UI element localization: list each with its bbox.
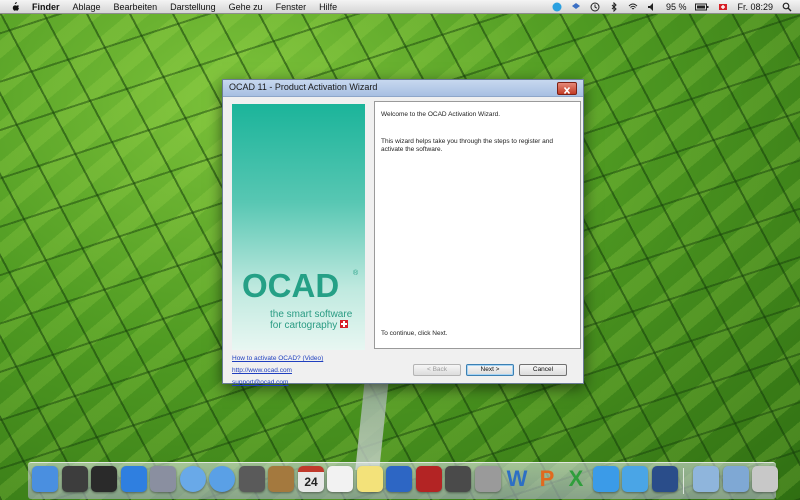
window-title: OCAD 11 - Product Activation Wizard <box>229 82 378 92</box>
twitter-icon[interactable] <box>622 466 648 492</box>
website-link[interactable]: http://www.ocad.com <box>232 367 292 374</box>
window-titlebar[interactable]: OCAD 11 - Product Activation Wizard <box>223 80 583 97</box>
iphoto-icon[interactable] <box>445 466 471 492</box>
menu-bearbeiten[interactable]: Bearbeiten <box>114 2 158 12</box>
ocad-logo-panel: OCAD ® the smart software for cartograph… <box>232 104 365 350</box>
how-to-activate-link[interactable]: How to activate OCAD? (Video) <box>232 355 323 362</box>
description-text: This wizard helps take you through the s… <box>381 138 553 153</box>
app-store-icon[interactable] <box>121 466 147 492</box>
continue-text: To continue, click Next. <box>381 330 448 337</box>
wizard-content-panel: Welcome to the OCAD Activation Wizard. T… <box>374 101 581 349</box>
battery-percentage[interactable]: 95 % <box>666 2 687 12</box>
dropbox-status-icon[interactable] <box>571 2 581 12</box>
volume-status-icon[interactable] <box>647 2 657 12</box>
mission-control-icon[interactable] <box>91 466 117 492</box>
menu-ablage[interactable]: Ablage <box>73 2 101 12</box>
powerpoint-icon[interactable]: P <box>534 466 560 492</box>
menu-gehe-zu[interactable]: Gehe zu <box>229 2 263 12</box>
timemachine-status-icon[interactable] <box>590 2 600 12</box>
downloads-folder-icon[interactable] <box>723 466 749 492</box>
address-book-icon[interactable] <box>268 466 294 492</box>
dashboard-icon[interactable] <box>62 466 88 492</box>
word-icon[interactable]: W <box>504 466 530 492</box>
itunes-icon[interactable] <box>386 466 412 492</box>
menubar: Finder Ablage Bearbeiten Darstellung Geh… <box>0 0 800 14</box>
menubar-status-area: 95 % Fr. 08:29 <box>552 0 792 13</box>
back-button[interactable]: < Back <box>413 364 461 376</box>
wifi-status-icon[interactable] <box>628 2 638 12</box>
preview-icon[interactable] <box>150 466 176 492</box>
skype-status-icon[interactable] <box>552 2 562 12</box>
registered-mark: ® <box>353 270 359 277</box>
dock-separator <box>683 468 684 494</box>
facetime-icon[interactable] <box>239 466 265 492</box>
trash-icon[interactable] <box>752 466 778 492</box>
ocad-wordmark: OCAD <box>242 267 340 304</box>
menu-app-finder[interactable]: Finder <box>32 2 60 12</box>
bluetooth-status-icon[interactable] <box>609 1 619 12</box>
apple-menu-icon[interactable] <box>10 1 20 12</box>
applications-folder-icon[interactable] <box>693 466 719 492</box>
flag-status-icon[interactable] <box>718 2 728 12</box>
next-button[interactable]: Next > <box>466 364 514 376</box>
menu-hilfe[interactable]: Hilfe <box>319 2 337 12</box>
virtualbox-icon[interactable] <box>652 466 678 492</box>
menu-fenster[interactable]: Fenster <box>276 2 307 12</box>
system-preferences-icon[interactable] <box>475 466 501 492</box>
excel-icon[interactable]: X <box>563 466 589 492</box>
welcome-text: Welcome to the OCAD Activation Wizard. <box>381 111 501 118</box>
calendar-icon[interactable]: 24 <box>298 466 324 492</box>
windows-icon[interactable] <box>593 466 619 492</box>
photo-booth-icon[interactable] <box>416 466 442 492</box>
menu-darstellung[interactable]: Darstellung <box>170 2 216 12</box>
spotlight-search-icon[interactable] <box>782 2 792 12</box>
menubar-clock[interactable]: Fr. 08:29 <box>737 2 773 12</box>
cancel-button[interactable]: Cancel <box>519 364 567 376</box>
finder-icon[interactable] <box>32 466 58 492</box>
activation-wizard-window: OCAD 11 - Product Activation Wizard OCAD… <box>222 79 584 386</box>
textedit-icon[interactable] <box>327 466 353 492</box>
swiss-flag-icon <box>340 320 348 328</box>
support-email-link[interactable]: support@ocad.com <box>232 379 288 386</box>
stickies-icon[interactable] <box>357 466 383 492</box>
battery-icon[interactable] <box>695 2 709 12</box>
close-icon <box>563 86 571 95</box>
safari-icon[interactable] <box>209 466 235 492</box>
tagline-line-1: the smart software <box>270 309 353 320</box>
window-close-button[interactable] <box>557 82 577 95</box>
ichat-icon[interactable] <box>180 466 206 492</box>
